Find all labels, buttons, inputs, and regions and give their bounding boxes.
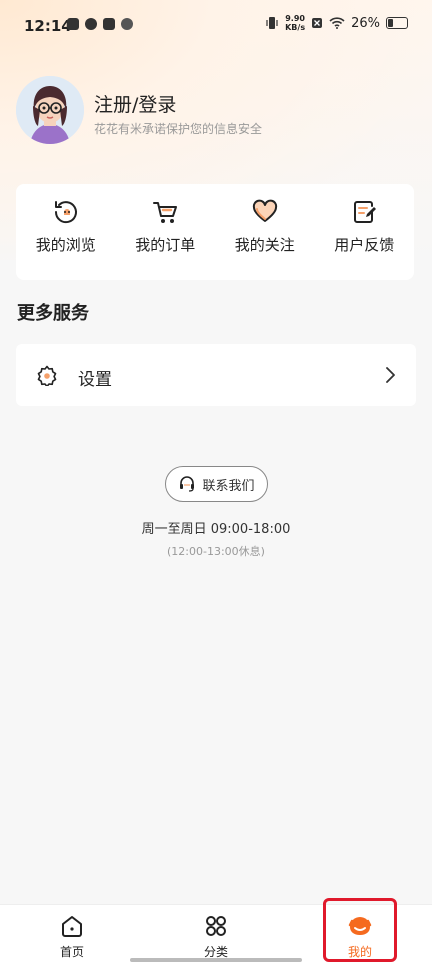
avatar[interactable]: [16, 76, 84, 144]
wifi-icon: [329, 17, 345, 29]
service-hours: 周一至周日 09:00-18:00: [141, 522, 291, 537]
quick-link-feedback[interactable]: 用户反馈: [315, 184, 415, 280]
chevron-right-icon: [386, 367, 395, 383]
home-indicator[interactable]: [130, 958, 302, 962]
quick-link-orders[interactable]: 我的订单: [116, 184, 216, 280]
tab-label: 首页: [59, 945, 84, 959]
settings-row[interactable]: 设置: [16, 344, 416, 406]
status-right: 9.90 KB/s 26%: [265, 14, 408, 32]
rest-hours: (12:00-13:00休息): [167, 545, 265, 558]
net-speed: 9.90 KB/s: [285, 14, 306, 32]
contact-us-button[interactable]: 联系我们: [165, 466, 268, 502]
quick-link-label: 我的关注: [234, 236, 295, 254]
notification-icons: [67, 18, 133, 30]
cart-icon: [153, 202, 178, 223]
login-subtitle: 花花有米承诺保护您的信息安全: [94, 122, 263, 136]
status-time: 12:14: [24, 17, 72, 35]
login-profile-header[interactable]: 注册/登录 花花有米承诺保护您的信息安全: [16, 76, 416, 148]
active-tab-highlight: [323, 898, 397, 962]
status-bar: 12:14 9.90 KB/s 26%: [0, 0, 432, 52]
tab-category[interactable]: 分类: [144, 905, 288, 965]
vibrate-icon: [266, 17, 278, 29]
gear-icon: [37, 365, 57, 386]
contact-us-label: 联系我们: [202, 478, 255, 494]
mail-icon: [67, 18, 79, 30]
login-title[interactable]: 注册/登录: [94, 90, 176, 117]
app-icon: [103, 18, 115, 30]
browse-history-icon: [54, 201, 77, 224]
battery-icon: [386, 17, 408, 29]
quick-link-label: 用户反馈: [334, 236, 395, 254]
quick-link-label: 我的订单: [135, 236, 196, 254]
battery-percent: 26%: [351, 15, 380, 31]
quick-link-label: 我的浏览: [35, 236, 96, 254]
home-icon: [62, 916, 82, 937]
quick-link-browse-history[interactable]: 我的浏览: [16, 184, 116, 280]
category-icon: [206, 916, 226, 936]
tab-home[interactable]: 首页: [0, 905, 144, 965]
more-services-title: 更多服务: [17, 303, 89, 324]
check-icon: [85, 18, 97, 30]
headset-icon: [180, 476, 195, 492]
sim-off-icon: [312, 18, 323, 28]
heart-icon: [252, 199, 277, 222]
wechat-icon: [121, 18, 133, 30]
quick-link-following[interactable]: 我的关注: [215, 184, 315, 280]
settings-label: 设置: [78, 370, 112, 390]
feedback-icon: [354, 201, 377, 223]
quick-links-card: 我的浏览 我的订单 我的关注 用户反馈: [16, 184, 414, 280]
avatar-illustration: [16, 76, 84, 144]
